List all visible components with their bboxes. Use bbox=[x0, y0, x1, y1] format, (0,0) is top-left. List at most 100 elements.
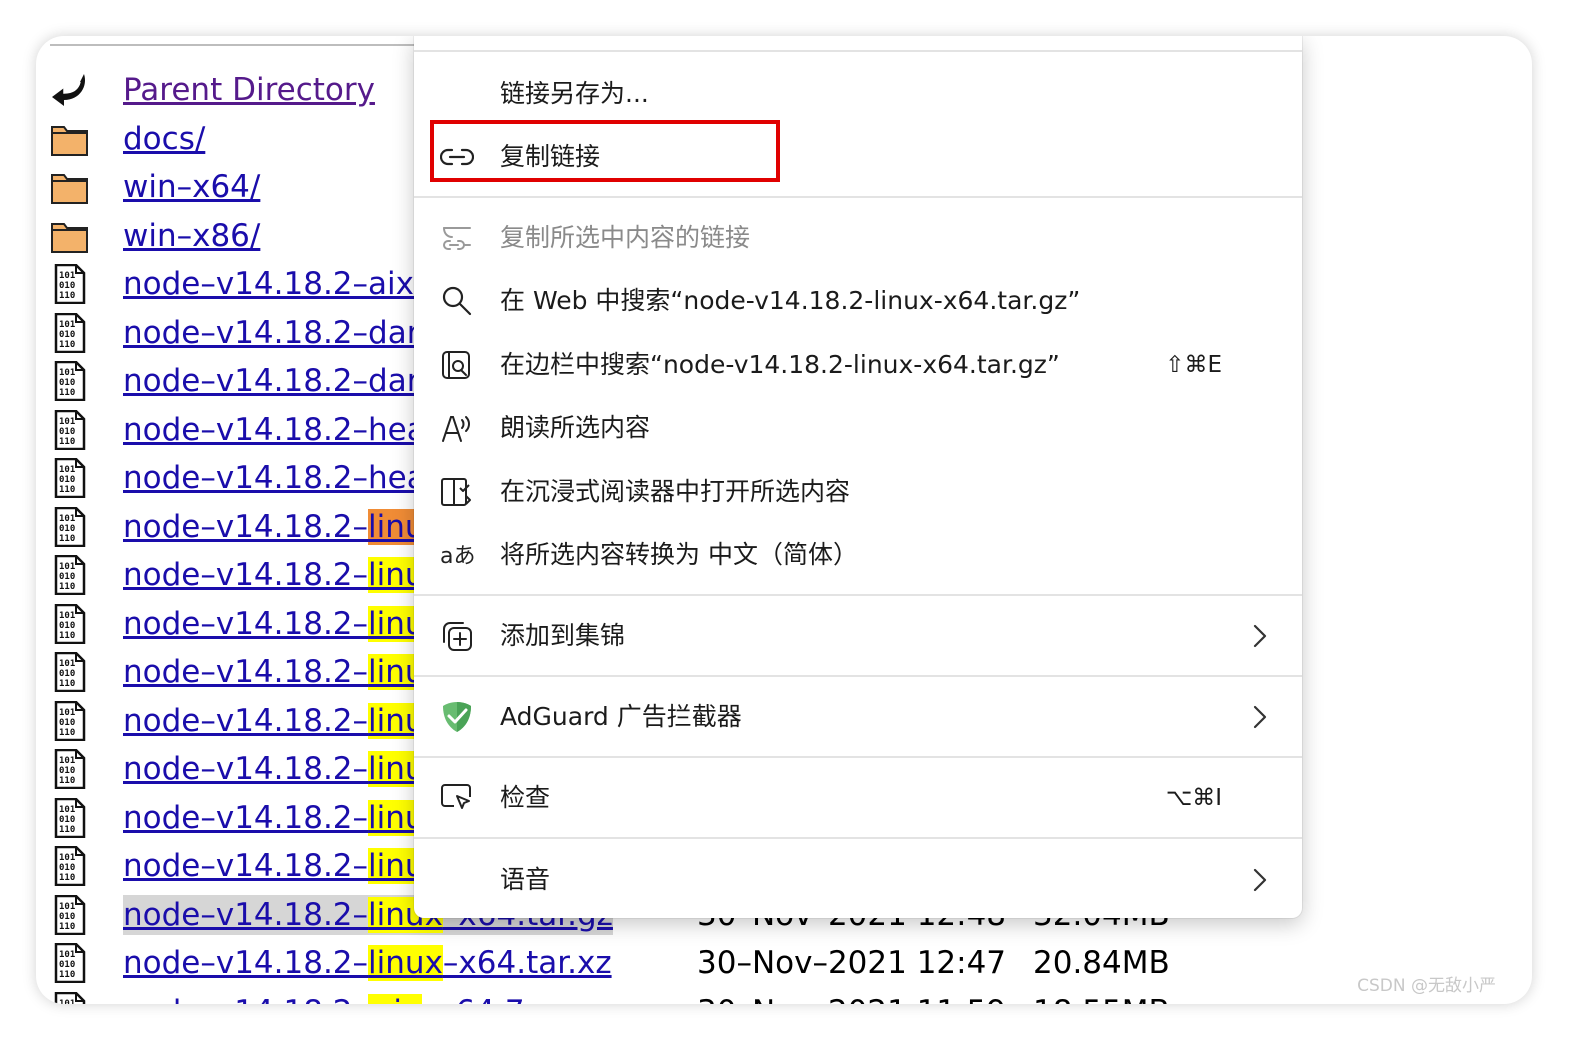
svg-text:110: 110 bbox=[59, 582, 75, 592]
file-link[interactable]: node–v14.18.2–aix–p bbox=[123, 264, 449, 304]
svg-text:101: 101 bbox=[59, 902, 75, 912]
svg-text:110: 110 bbox=[59, 825, 75, 835]
file-link[interactable]: node–v14.18.2–head bbox=[123, 410, 445, 450]
menu-item-translate[interactable]: aあ 将所选内容转换为 中文（简体） bbox=[414, 527, 1302, 583]
menu-separator bbox=[414, 50, 1302, 52]
svg-text:010: 010 bbox=[59, 524, 75, 534]
file-link[interactable]: docs/ bbox=[123, 119, 205, 159]
file-link[interactable]: node–v14.18.2–linux–x64.tar.xz bbox=[123, 943, 612, 983]
file-link-text: node–v14.18.2– bbox=[123, 605, 369, 642]
binary-file-icon: 101010110 bbox=[50, 991, 90, 1005]
file-link[interactable]: node–v14.18.2–linux bbox=[123, 798, 443, 838]
binary-file-icon: 101010110 bbox=[50, 361, 90, 401]
menu-item-label: 将所选内容转换为 中文（简体） bbox=[500, 540, 858, 569]
menu-item-label: 添加到集锦 bbox=[500, 621, 626, 650]
file-link[interactable]: Parent Directory bbox=[123, 70, 375, 110]
menu-item-label: 在 Web 中搜索“node-v14.18.2-linux-x64.tar.gz… bbox=[500, 286, 1081, 315]
file-link-text: node–v14.18.2– bbox=[123, 508, 369, 545]
binary-file-icon: 101010110 bbox=[50, 943, 90, 983]
file-link[interactable]: node–v14.18.2–linux bbox=[123, 652, 443, 692]
file-link-text: node–v14.18.2–aix–p bbox=[123, 266, 450, 302]
svg-text:101: 101 bbox=[59, 514, 75, 524]
menu-separator bbox=[414, 756, 1302, 758]
file-link[interactable]: node–v14.18.2–darw bbox=[123, 313, 445, 353]
menu-item-label: 检查 bbox=[500, 783, 551, 812]
svg-text:101: 101 bbox=[59, 999, 75, 1005]
menu-separator bbox=[414, 594, 1302, 596]
svg-text:101: 101 bbox=[59, 417, 75, 427]
translate-icon: aあ bbox=[440, 539, 474, 571]
modified-date: 30–Nov–2021 11:59 bbox=[697, 992, 1006, 1005]
file-link-suffix: –x64.tar.xz bbox=[442, 945, 612, 981]
immersive-reader-icon bbox=[440, 476, 474, 508]
adguard-shield-icon bbox=[440, 701, 474, 733]
svg-text:010: 010 bbox=[59, 281, 75, 291]
folder-icon bbox=[50, 216, 90, 256]
file-link[interactable]: node–v14.18.2–linux bbox=[123, 604, 443, 644]
menu-item-copy-link-to-selection[interactable]: 复制所选中内容的链接 bbox=[414, 210, 1302, 266]
menu-item-immersive-reader[interactable]: 在沉浸式阅读器中打开所选内容 bbox=[414, 464, 1302, 520]
binary-file-icon: 101010110 bbox=[50, 312, 90, 353]
file-link[interactable]: node–v14.18.2–linux bbox=[123, 846, 443, 886]
file-link[interactable]: node–v14.18.2–linux bbox=[123, 749, 443, 789]
file-link[interactable]: node–v14.18.2–darw bbox=[123, 361, 445, 401]
file-link-text: node–v14.18.2– bbox=[123, 557, 369, 593]
svg-text:101: 101 bbox=[59, 950, 75, 960]
menu-item-inspect[interactable]: 检查 ⌥⌘I bbox=[414, 770, 1302, 826]
menu-item-label: 在沉浸式阅读器中打开所选内容 bbox=[500, 477, 851, 506]
svg-text:101: 101 bbox=[59, 368, 75, 378]
chevron-right-icon bbox=[1253, 868, 1267, 892]
file-link[interactable]: win–x64/ bbox=[123, 167, 260, 207]
menu-item-label: 链接另存为... bbox=[500, 79, 649, 108]
menu-item-save-link-as[interactable]: 链接另存为... bbox=[414, 66, 1302, 122]
menu-item-web-search[interactable]: 在 Web 中搜索“node-v14.18.2-linux-x64.tar.gz… bbox=[414, 273, 1302, 329]
file-link-text: node–v14.18.2– bbox=[123, 799, 369, 836]
file-link[interactable]: node–v14.18.2–linux bbox=[123, 701, 443, 741]
file-link[interactable]: node–v14.18.2–head bbox=[123, 458, 445, 498]
menu-item-label: AdGuard 广告拦截器 bbox=[500, 702, 742, 731]
menu-item-adguard[interactable]: AdGuard 广告拦截器 bbox=[414, 689, 1302, 745]
svg-text:010: 010 bbox=[59, 766, 75, 776]
file-link-text: node–v14.18.2–head bbox=[123, 411, 446, 448]
menu-item-label: 在边栏中搜索“node-v14.18.2-linux-x64.tar.gz” bbox=[500, 350, 1060, 379]
file-link-text: win–x64/ bbox=[123, 169, 261, 205]
browser-page-frame: Parent Directory docs/win–x64/win–x86/101… bbox=[36, 36, 1532, 1004]
file-link[interactable]: win–x86/ bbox=[123, 216, 260, 256]
svg-text:110: 110 bbox=[59, 534, 75, 544]
file-link-text: node–v14.18.2– bbox=[123, 945, 369, 981]
menu-separator bbox=[414, 675, 1302, 677]
inspect-icon bbox=[440, 782, 474, 814]
svg-text:010: 010 bbox=[59, 572, 75, 582]
binary-file-icon: 101010110 bbox=[50, 409, 90, 450]
binary-file-icon: 101010110 bbox=[50, 506, 90, 547]
search-icon bbox=[440, 285, 474, 317]
menu-separator bbox=[414, 196, 1302, 198]
binary-file-icon: 101010110 bbox=[50, 894, 90, 935]
svg-text:010: 010 bbox=[59, 815, 75, 825]
svg-text:110: 110 bbox=[59, 679, 75, 689]
file-link[interactable]: node–v14.18.2–win–x64.7z bbox=[123, 992, 541, 1005]
file-link-suffix: –x64.7z bbox=[422, 994, 541, 1005]
file-link[interactable]: node–v14.18.2–linux bbox=[123, 507, 443, 547]
svg-text:010: 010 bbox=[59, 669, 75, 679]
file-link-text: node–v14.18.2– bbox=[123, 896, 369, 933]
svg-text:010: 010 bbox=[59, 330, 75, 340]
svg-text:101: 101 bbox=[59, 853, 75, 863]
svg-text:010: 010 bbox=[59, 912, 75, 922]
file-link-text: win–x86/ bbox=[123, 217, 261, 254]
binary-file-icon: 101010110 bbox=[50, 603, 90, 644]
menu-item-speech[interactable]: 语音 bbox=[414, 852, 1302, 908]
menu-item-add-to-collections[interactable]: 添加到集锦 bbox=[414, 608, 1302, 664]
file-link-text: node–v14.18.2–darw bbox=[123, 314, 445, 351]
copy-link-selection-icon bbox=[440, 222, 474, 254]
svg-text:101: 101 bbox=[59, 805, 75, 815]
menu-separator bbox=[414, 837, 1302, 839]
file-size: 18.55MB bbox=[1033, 992, 1170, 1005]
svg-text:101: 101 bbox=[59, 271, 75, 281]
file-link[interactable]: node–v14.18.2–linux bbox=[123, 555, 443, 595]
menu-item-read-aloud[interactable]: 朗读所选内容 bbox=[414, 400, 1302, 456]
binary-file-icon: 101010110 bbox=[50, 749, 90, 789]
svg-text:101: 101 bbox=[59, 708, 75, 718]
menu-item-sidebar-search[interactable]: 在边栏中搜索“node-v14.18.2-linux-x64.tar.gz” ⇧… bbox=[414, 337, 1302, 393]
svg-text:010: 010 bbox=[59, 863, 75, 873]
